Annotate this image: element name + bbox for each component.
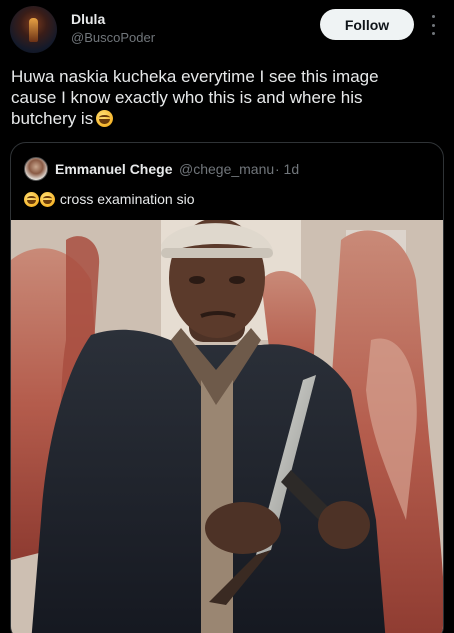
grinning-emoji-icon: [40, 192, 55, 207]
post-text-line-last: butchery is: [11, 108, 431, 129]
quoted-post-text-body: cross examination sio: [59, 191, 195, 207]
grinning-emoji-icon: [24, 192, 39, 207]
butcher-photo-illustration: [11, 220, 443, 633]
author-avatar[interactable]: [10, 6, 57, 53]
quoted-post-time[interactable]: · 1d: [275, 161, 299, 177]
quoted-author-handle[interactable]: @chege_manu: [179, 161, 274, 177]
author-display-name[interactable]: Dlula: [71, 11, 105, 27]
eye-right: [229, 276, 245, 284]
author-handle[interactable]: @BuscoPoder: [71, 30, 155, 45]
post-text-line: Huwa naskia kucheka everytime I see this…: [11, 67, 379, 86]
quoted-author-avatar[interactable]: [24, 157, 48, 181]
hand-right: [318, 501, 370, 549]
eye-left: [189, 276, 205, 284]
quoted-post-card[interactable]: Emmanuel Chege @chege_manu · 1d cross ex…: [10, 142, 444, 633]
more-vertical-icon[interactable]: [426, 15, 440, 35]
quoted-post-text: cross examination sio: [24, 191, 195, 207]
post-text-line: butchery is: [11, 109, 94, 128]
post-header: Dlula @BuscoPoder Follow: [0, 0, 454, 60]
grinning-sweat-emoji-icon: [96, 110, 114, 127]
quoted-author-display-name[interactable]: Emmanuel Chege: [55, 161, 172, 177]
hand-left: [205, 502, 281, 554]
post-text-line: cause I know exactly who this is and whe…: [11, 88, 363, 107]
post-text: Huwa naskia kucheka everytime I see this…: [11, 66, 431, 129]
avatar-figure: [29, 18, 38, 42]
follow-button[interactable]: Follow: [320, 9, 414, 40]
quoted-post-photo[interactable]: [11, 220, 443, 633]
cap-brim: [161, 248, 273, 258]
